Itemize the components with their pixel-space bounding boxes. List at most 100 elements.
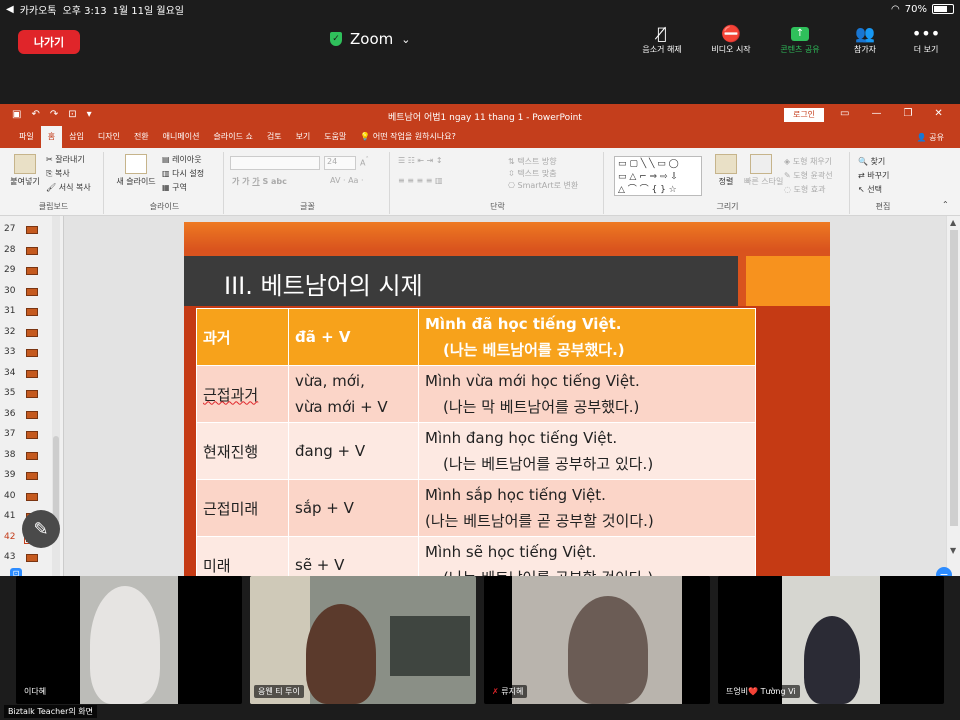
tab-slideshow[interactable]: 슬라이드 쇼 bbox=[206, 126, 259, 148]
slide-thumbnail[interactable]: 39 bbox=[0, 466, 64, 486]
status-bar: ◀ 카카오톡 오후 3:13 1월 11일 월요일 ◠ 70% bbox=[0, 0, 960, 18]
close-icon[interactable]: ✕ bbox=[934, 108, 942, 119]
annotate-pen-button[interactable]: ✎ bbox=[22, 510, 60, 548]
select-button[interactable]: ↖ 선택 bbox=[858, 184, 882, 195]
slide-thumbnail[interactable]: 38 bbox=[0, 446, 64, 466]
quick-styles-button[interactable]: 빠른 스타일 bbox=[744, 154, 783, 187]
slide-thumbnail[interactable]: 31 bbox=[0, 302, 64, 322]
section-button[interactable]: ▦ 구역 bbox=[162, 182, 187, 193]
more-button[interactable]: ••• 더 보기 bbox=[896, 24, 956, 55]
slide-thumbnail[interactable]: 27 bbox=[0, 220, 64, 240]
participant-tile[interactable]: 이다혜 bbox=[16, 576, 242, 704]
translation-text: (나는 베트남어를 곧 공부할 것이다.) bbox=[425, 512, 654, 530]
status-date: 1월 11일 월요일 bbox=[112, 5, 185, 17]
paste-button[interactable]: 붙여넣기 bbox=[6, 154, 44, 187]
slideshow-icon[interactable]: ⊡ bbox=[68, 109, 76, 120]
undo-icon[interactable]: ↶ bbox=[31, 109, 39, 120]
tab-transitions[interactable]: 전환 bbox=[127, 126, 156, 148]
share-button[interactable]: 👤 공유 bbox=[917, 132, 944, 143]
start-video-button[interactable]: ⛔ 비디오 시작 bbox=[701, 24, 761, 55]
participant-tile[interactable]: ✗ 류지혜 bbox=[484, 576, 710, 704]
participant-name: 응웬 티 투이 bbox=[254, 685, 304, 698]
layout-button[interactable]: ▤ 레이아웃 bbox=[162, 154, 202, 165]
reset-button[interactable]: ▥ 다시 설정 bbox=[162, 168, 204, 179]
shape-fill-button[interactable]: ◈ 도형 채우기 bbox=[784, 156, 832, 167]
slide-thumbnail[interactable]: 30 bbox=[0, 282, 64, 302]
smartart-button[interactable]: ⎔ SmartArt로 변환 bbox=[508, 180, 578, 191]
char-spacing-icon[interactable]: AV · Aa · bbox=[330, 176, 364, 185]
login-button[interactable]: 로그인 bbox=[784, 108, 824, 122]
ribbon-display-icon[interactable]: ▭ bbox=[840, 108, 849, 119]
font-size-select[interactable]: 24 bbox=[324, 156, 356, 170]
font-family-select[interactable] bbox=[230, 156, 320, 170]
share-content-button[interactable]: ↑ 콘텐츠 공유 bbox=[770, 24, 830, 55]
back-arrow-icon[interactable]: ◀ bbox=[6, 4, 14, 15]
bold-icon[interactable]: 가 가 가 S abc bbox=[232, 176, 287, 187]
shapes-gallery[interactable]: ▭ ▢ ╲ ╲ ▭ ◯ ▭ △ ⌐ ⇒ ⇨ ⇩ △ ⌒ ⌒ { } ☆ bbox=[614, 156, 702, 196]
status-time: 오후 3:13 bbox=[62, 5, 107, 17]
tab-animations[interactable]: 애니메이션 bbox=[156, 126, 207, 148]
tab-help[interactable]: 도움말 bbox=[317, 126, 353, 148]
participants-button[interactable]: 👥 참가자 bbox=[835, 24, 895, 55]
tab-insert[interactable]: 삽입 bbox=[62, 126, 91, 148]
layout-icon: ▤ bbox=[162, 155, 173, 164]
find-button[interactable]: 🔍 찾기 bbox=[858, 156, 885, 167]
scroll-down-icon[interactable]: ▼ bbox=[950, 546, 956, 555]
tab-home[interactable]: 홈 bbox=[40, 126, 63, 148]
copy-label: 복사 bbox=[54, 169, 70, 178]
slide-thumbnail[interactable]: 34 bbox=[0, 364, 64, 384]
scroll-up-icon[interactable]: ▲ bbox=[950, 218, 956, 227]
text-direction-button[interactable]: ⇅ 텍스트 방향 bbox=[508, 156, 557, 167]
save-icon[interactable]: ▣ bbox=[12, 109, 21, 120]
new-slide-button[interactable]: 새 슬라이드 bbox=[110, 154, 162, 187]
align-text-button[interactable]: ⇳ 텍스트 맞춤 bbox=[508, 168, 557, 179]
replace-button[interactable]: ⇄ 바꾸기 bbox=[858, 170, 889, 181]
slide-thumbnail[interactable]: 33 bbox=[0, 343, 64, 363]
tab-file[interactable]: 파일 bbox=[12, 126, 41, 148]
participant-tile[interactable]: 뜨엉비❤️ Tường Vi bbox=[718, 576, 944, 704]
slide-scroll-knob[interactable] bbox=[950, 230, 958, 526]
tense-table: 과거 đã + V Mình đã học tiếng Việt. (나는 베트… bbox=[196, 308, 756, 576]
slide-thumbnail[interactable]: 28 bbox=[0, 241, 64, 261]
slide-thumbnail[interactable]: 37 bbox=[0, 425, 64, 445]
replace-label: 바꾸기 bbox=[867, 171, 890, 180]
format-painter-button[interactable]: 🖌 서식 복사 bbox=[46, 182, 91, 193]
restore-icon[interactable]: ❐ bbox=[903, 108, 912, 119]
minimize-icon[interactable]: — bbox=[871, 108, 881, 119]
arrange-button[interactable]: 정렬 bbox=[712, 154, 740, 187]
current-slide[interactable]: III. 베트남어의 시제 과거 đã + V Mình đã học tiến… bbox=[184, 222, 830, 576]
redo-icon[interactable]: ↷ bbox=[50, 109, 58, 120]
customize-icon[interactable]: ▾ bbox=[87, 109, 92, 120]
search-icon: 🔍 bbox=[858, 157, 871, 166]
font-grow-icon[interactable]: Aˆ bbox=[360, 156, 369, 168]
tab-review[interactable]: 검토 bbox=[260, 126, 289, 148]
tab-design[interactable]: 디자인 bbox=[91, 126, 127, 148]
leave-button[interactable]: 나가기 bbox=[18, 30, 80, 54]
slide-thumbnail[interactable]: 43 bbox=[0, 548, 64, 568]
slide-thumbnail[interactable]: 29 bbox=[0, 261, 64, 281]
slide-thumbnail[interactable]: 35 bbox=[0, 384, 64, 404]
tell-me-search[interactable]: 💡 어떤 작업을 원하시나요? bbox=[353, 126, 462, 148]
collapse-ribbon-icon[interactable]: ⌃ bbox=[942, 200, 949, 209]
tab-view[interactable]: 보기 bbox=[289, 126, 318, 148]
smartart-icon: ⎔ bbox=[508, 181, 518, 190]
share-screen-icon: ↑ bbox=[791, 27, 809, 41]
meeting-title[interactable]: ✓ Zoom ⌄ bbox=[330, 28, 410, 50]
example-cell: Mình vừa mới học tiếng Việt. (나는 막 베트남어를… bbox=[418, 365, 756, 423]
slide-thumbnail[interactable]: 36 bbox=[0, 405, 64, 425]
translation-text: (나는 베트남어를 공부했다.) bbox=[443, 341, 625, 359]
align-icon[interactable]: ≡ ≡ ≡ ≡ ▥ bbox=[398, 176, 443, 185]
cut-button[interactable]: ✂ 잘라내기 bbox=[46, 154, 85, 165]
shape-outline-button[interactable]: ✎ 도형 윤곽선 bbox=[784, 170, 833, 181]
bullets-icon[interactable]: ☰ ☷ ⇤ ⇥ ↕ bbox=[398, 156, 443, 165]
shape-effects-button[interactable]: ◌ 도형 효과 bbox=[784, 184, 826, 195]
slide-thumbnail[interactable]: 32 bbox=[0, 323, 64, 343]
unmute-button[interactable]: 🎙̸ 음소거 해제 bbox=[632, 24, 692, 55]
font-group: 24 Aˆ 가 가 가 S abc AV · Aa · 글꼴 bbox=[226, 152, 390, 214]
slide-thumbnail[interactable]: 40 bbox=[0, 487, 64, 507]
tense-cell: 근접미래 bbox=[196, 479, 289, 537]
copy-button[interactable]: ⎘ 복사 bbox=[46, 168, 70, 179]
participant-tile[interactable]: 응웬 티 투이 bbox=[250, 576, 476, 704]
slide-scrollbar[interactable]: ▲ ▼ bbox=[946, 216, 960, 576]
quick-access-toolbar: ▣ ↶ ↷ ⊡ ▾ bbox=[12, 109, 92, 120]
